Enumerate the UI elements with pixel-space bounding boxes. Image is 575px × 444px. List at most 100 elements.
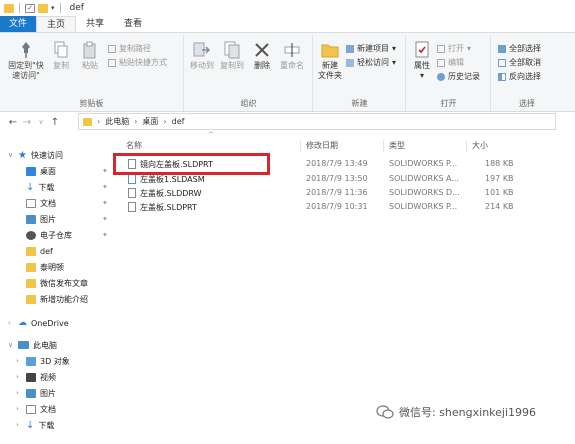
- column-divider[interactable]: [300, 140, 301, 152]
- column-divider[interactable]: [466, 140, 467, 152]
- breadcrumb-this-pc[interactable]: 此电脑: [105, 116, 129, 127]
- organize-group-label: 组织: [240, 99, 257, 108]
- column-header-type[interactable]: 类型: [389, 140, 405, 152]
- nav-this-pc[interactable]: ∨ 此电脑: [8, 338, 57, 352]
- file-size: 197 KB: [485, 174, 514, 183]
- nav-item-documents[interactable]: 文档: [26, 196, 56, 210]
- breadcrumb-def[interactable]: def: [172, 117, 185, 126]
- chevron-right-icon: ›: [16, 373, 19, 381]
- copy-button[interactable]: 复制: [50, 41, 72, 71]
- nav-item-label: 电子仓库: [40, 230, 72, 240]
- breadcrumb-desktop[interactable]: 桌面: [142, 116, 158, 127]
- nav-item-pictures[interactable]: 图片: [26, 212, 56, 226]
- pin-icon[interactable]: ✦: [102, 183, 108, 191]
- nav-item-label: 下载: [38, 420, 55, 430]
- properties-button[interactable]: 属性 ▾: [411, 41, 433, 81]
- back-arrow-icon[interactable]: ←: [6, 117, 20, 128]
- chevron-down-icon: ∨: [8, 341, 14, 349]
- nav-pc-videos[interactable]: › 视频: [16, 370, 56, 384]
- nav-pc-pictures[interactable]: › 图片: [16, 386, 56, 400]
- open-button[interactable]: 打开 ▾: [437, 43, 471, 54]
- copy-path-button[interactable]: 复制路径: [108, 43, 151, 54]
- nav-item-e-repo[interactable]: 电子仓库: [26, 228, 72, 242]
- up-arrow-icon[interactable]: ↑: [48, 117, 62, 128]
- address-bar[interactable]: › 此电脑 › 桌面 › def: [78, 113, 556, 130]
- pin-icon[interactable]: ✦: [102, 231, 108, 239]
- nav-item-def[interactable]: def: [26, 244, 53, 258]
- nav-quick-access[interactable]: ∨ ★ 快速访问: [8, 148, 63, 162]
- nav-item-label: 下载: [38, 182, 55, 192]
- nav-item-folder[interactable]: 泰明顿: [26, 260, 64, 274]
- column-header-name[interactable]: 名称: [126, 140, 142, 152]
- new-item-button[interactable]: 新建项目 ▾: [346, 43, 396, 54]
- open-icon: [437, 44, 445, 53]
- watermark: 微信号: shengxinkeji1996: [376, 404, 536, 420]
- copy-path-label: 复制路径: [119, 44, 151, 53]
- pin-icon[interactable]: ✦: [102, 215, 108, 223]
- breadcrumb-separator: ›: [163, 117, 167, 126]
- picture-icon: [26, 388, 36, 398]
- move-to-button[interactable]: 移动到: [189, 41, 215, 71]
- new-group-label: 新建: [351, 99, 368, 108]
- organize-group: 移动到 复制到 删除 重命名 组织: [185, 35, 313, 111]
- pin-quick-access-button[interactable]: 固定到"快 速访问": [6, 41, 46, 81]
- nav-item-downloads[interactable]: ↓ 下载: [26, 180, 54, 194]
- nav-item-label: 文档: [40, 404, 56, 414]
- paste-shortcut-icon: [108, 58, 116, 67]
- paste-button[interactable]: 粘贴: [78, 41, 102, 71]
- easy-access-button[interactable]: 轻松访问 ▾: [346, 57, 396, 68]
- tab-file[interactable]: 文件: [0, 16, 36, 32]
- rename-button[interactable]: 重命名: [277, 41, 307, 71]
- copy-to-button[interactable]: 复制到: [219, 41, 245, 71]
- network-drive-icon: [26, 230, 36, 240]
- select-all-button[interactable]: 全部选择: [498, 43, 541, 54]
- nav-item-desktop[interactable]: 桌面: [26, 164, 56, 178]
- ribbon: 固定到"快 速访问" 复制 粘贴 复制路径 粘贴快捷方式 剪贴板 移动到 复制到…: [0, 32, 575, 112]
- file-row[interactable]: 左盖板.SLDDRW 2018/7/9 11:36 SOLIDWORKS D..…: [112, 186, 522, 200]
- picture-icon: [26, 214, 36, 224]
- select-all-icon: [498, 44, 506, 53]
- ribbon-tabs: 文件 主页 共享 查看: [0, 16, 575, 32]
- file-size: 188 KB: [485, 159, 514, 168]
- paste-shortcut-label: 粘贴快捷方式: [119, 58, 167, 67]
- invert-selection-button[interactable]: 反向选择: [498, 71, 541, 82]
- delete-button[interactable]: 删除: [251, 41, 273, 71]
- nav-pc-documents[interactable]: › 文档: [16, 402, 56, 416]
- file-row[interactable]: 左盖板.SLDPRT 2018/7/9 10:31 SOLIDWORKS P..…: [112, 200, 522, 214]
- document-icon: [26, 198, 36, 208]
- copy-to-icon: [223, 41, 241, 59]
- new-folder-quick-icon[interactable]: [38, 3, 48, 13]
- column-header-date[interactable]: 修改日期: [306, 140, 338, 152]
- chevron-right-icon: ›: [16, 405, 19, 413]
- properties-quick-icon[interactable]: ✓: [25, 3, 35, 13]
- pin-icon[interactable]: ✦: [102, 199, 108, 207]
- column-divider[interactable]: [383, 140, 384, 152]
- tab-view[interactable]: 查看: [114, 16, 152, 32]
- nav-pc-3d-objects[interactable]: › 3D 对象: [16, 354, 70, 368]
- new-group: 新建 文件夹 新建项目 ▾ 轻松访问 ▾ 新建: [314, 35, 406, 111]
- open-label: 打开: [448, 44, 464, 53]
- file-type: SOLIDWORKS P...: [389, 159, 458, 168]
- recent-dropdown-icon[interactable]: ∨: [34, 118, 48, 126]
- select-none-button[interactable]: 全部取消: [498, 57, 541, 68]
- nav-item-label: 新增功能介绍: [40, 294, 88, 304]
- column-header-size[interactable]: 大小: [472, 140, 488, 152]
- nav-item-folder[interactable]: 微信发布文章: [26, 276, 88, 290]
- quick-access-dropdown-icon[interactable]: ▾: [51, 4, 55, 12]
- pin-icon[interactable]: ✦: [102, 167, 108, 175]
- nav-pc-downloads[interactable]: › ↓ 下载: [16, 418, 54, 432]
- folder-icon: [26, 294, 36, 304]
- tab-share[interactable]: 共享: [76, 16, 114, 32]
- tab-home[interactable]: 主页: [36, 16, 77, 32]
- nav-onedrive[interactable]: › ☁ OneDrive: [8, 316, 69, 330]
- open-group: 属性 ▾ 打开 ▾ 编辑 历史记录 打开: [407, 35, 491, 111]
- paste-shortcut-button[interactable]: 粘贴快捷方式: [108, 57, 167, 68]
- history-button[interactable]: 历史记录: [437, 71, 480, 82]
- nav-item-folder[interactable]: 新增功能介绍: [26, 292, 88, 306]
- file-date: 2018/7/9 13:49: [306, 159, 368, 168]
- forward-arrow-icon[interactable]: →: [20, 117, 34, 128]
- copy-icon: [52, 41, 70, 59]
- nav-this-pc-label: 此电脑: [33, 340, 57, 350]
- edit-button[interactable]: 编辑: [437, 57, 464, 68]
- new-folder-button[interactable]: 新建 文件夹: [316, 41, 344, 81]
